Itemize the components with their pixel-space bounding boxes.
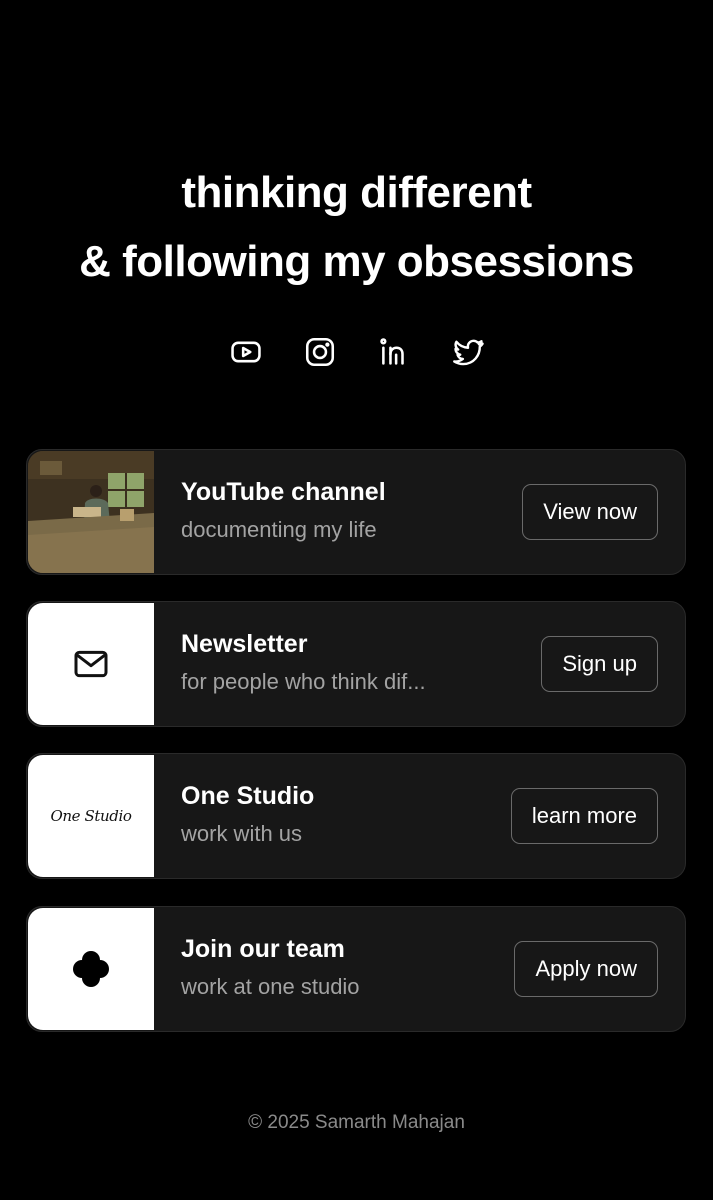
card-title: Join our team bbox=[181, 935, 345, 963]
sign-up-button[interactable]: Sign up bbox=[541, 636, 658, 692]
view-now-button[interactable]: View now bbox=[522, 484, 658, 540]
hero-headline: thinking different & following my obsess… bbox=[0, 158, 713, 296]
twitter-link[interactable] bbox=[451, 334, 485, 370]
card-title: YouTube channel bbox=[181, 478, 386, 506]
card-youtube[interactable]: YouTube channel documenting my life View… bbox=[26, 449, 686, 575]
join-team-thumbnail bbox=[28, 908, 154, 1030]
youtube-thumbnail bbox=[28, 451, 154, 573]
youtube-icon bbox=[230, 341, 261, 363]
one-studio-thumbnail: One Studio bbox=[28, 755, 154, 877]
card-title: One Studio bbox=[181, 782, 315, 810]
newsletter-thumbnail bbox=[28, 603, 154, 725]
learn-more-button[interactable]: learn more bbox=[510, 788, 658, 844]
one-studio-logo: One Studio bbox=[50, 807, 132, 825]
card-subtitle: work at one studio bbox=[181, 974, 360, 999]
linkedin-link[interactable] bbox=[377, 334, 411, 370]
card-subtitle: for people who think dif... bbox=[181, 669, 426, 694]
youtube-link[interactable] bbox=[229, 334, 263, 370]
card-newsletter[interactable]: Newsletter for people who think dif... S… bbox=[26, 601, 686, 727]
clover-icon bbox=[73, 951, 109, 987]
linkedin-icon bbox=[379, 338, 404, 365]
card-subtitle: documenting my life bbox=[181, 517, 377, 542]
twitter-icon bbox=[452, 339, 484, 366]
card-join-team[interactable]: Join our team work at one studio Apply n… bbox=[26, 906, 686, 1032]
instagram-icon bbox=[305, 337, 334, 367]
card-subtitle: work with us bbox=[181, 821, 303, 846]
hero-line-1: thinking different bbox=[181, 168, 532, 217]
card-title: Newsletter bbox=[181, 630, 308, 658]
social-links bbox=[0, 334, 713, 370]
hero-line-2: & following my obsessions bbox=[79, 237, 634, 286]
apply-now-button[interactable]: Apply now bbox=[514, 941, 658, 997]
instagram-link[interactable] bbox=[303, 334, 337, 370]
page: thinking different & following my obsess… bbox=[0, 0, 713, 1200]
thumbnail-image bbox=[28, 451, 154, 573]
mail-icon bbox=[74, 650, 108, 678]
card-one-studio[interactable]: One Studio One Studio work with us learn… bbox=[26, 753, 686, 879]
footer-copyright: © 2025 Samarth Mahajan bbox=[248, 1112, 465, 1133]
